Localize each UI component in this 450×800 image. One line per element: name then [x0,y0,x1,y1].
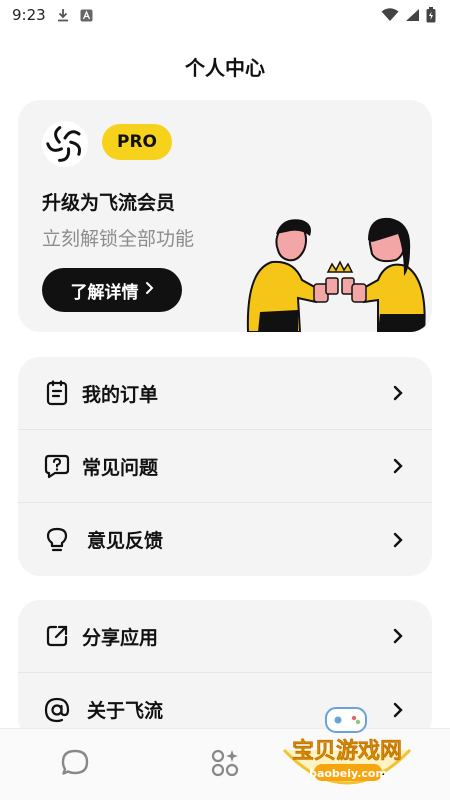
question-bubble-icon [44,453,70,479]
pro-badge: PRO [102,124,172,160]
gamepad-icon [325,707,367,733]
signal-icon [405,8,420,22]
menu-group-support: 我的订单 常见问题 意见反馈 [18,357,432,576]
upgrade-title: 升级为飞流会员 [42,192,176,214]
menu-item-faq[interactable]: 常见问题 [18,430,432,503]
share-external-icon [44,623,70,649]
menu-label-faq: 常见问题 [82,456,159,479]
learn-more-button[interactable]: 了解详情 [42,268,182,312]
status-time: 9:23 [12,6,46,24]
site-watermark: 宝贝游戏网 baobeiy.com [272,706,422,796]
menu-item-share[interactable]: 分享应用 [18,600,432,673]
order-list-icon [44,380,70,406]
chevron-right-icon [392,385,404,401]
chevron-right-icon [392,628,404,644]
chevron-right-icon [392,458,404,474]
menu-label-orders: 我的订单 [82,383,159,406]
menu-item-feedback[interactable]: 意见反馈 [18,503,432,576]
a-notification-icon [80,9,93,22]
at-sign-icon [44,697,70,723]
battery-icon [426,7,436,23]
upgrade-subtitle: 立刻解锁全部功能 [42,228,195,250]
menu-item-orders[interactable]: 我的订单 [18,357,432,430]
watermark-title: 宝贝游戏网 [292,738,402,764]
pro-membership-card[interactable]: PRO 升级为飞流会员 立刻解锁全部功能 了解详情 [18,100,432,332]
watermark-url: baobeiy.com [309,767,387,780]
lightbulb-icon [44,527,70,553]
couple-toast-illustration [228,210,432,332]
apps-sparkle-icon [210,748,240,782]
page-title: 个人中心 [185,56,265,80]
app-logo-icon [42,121,88,167]
chevron-right-icon [392,532,404,548]
learn-more-label: 了解详情 [70,282,139,303]
menu-label-feedback: 意见反馈 [87,530,164,552]
chevron-right-icon [145,280,154,300]
nav-chat[interactable] [0,748,150,782]
menu-label-share: 分享应用 [82,626,159,649]
chat-bubble-icon [60,748,90,782]
wifi-icon [381,8,399,22]
download-icon [56,8,70,22]
status-bar: 9:23 [0,0,450,30]
